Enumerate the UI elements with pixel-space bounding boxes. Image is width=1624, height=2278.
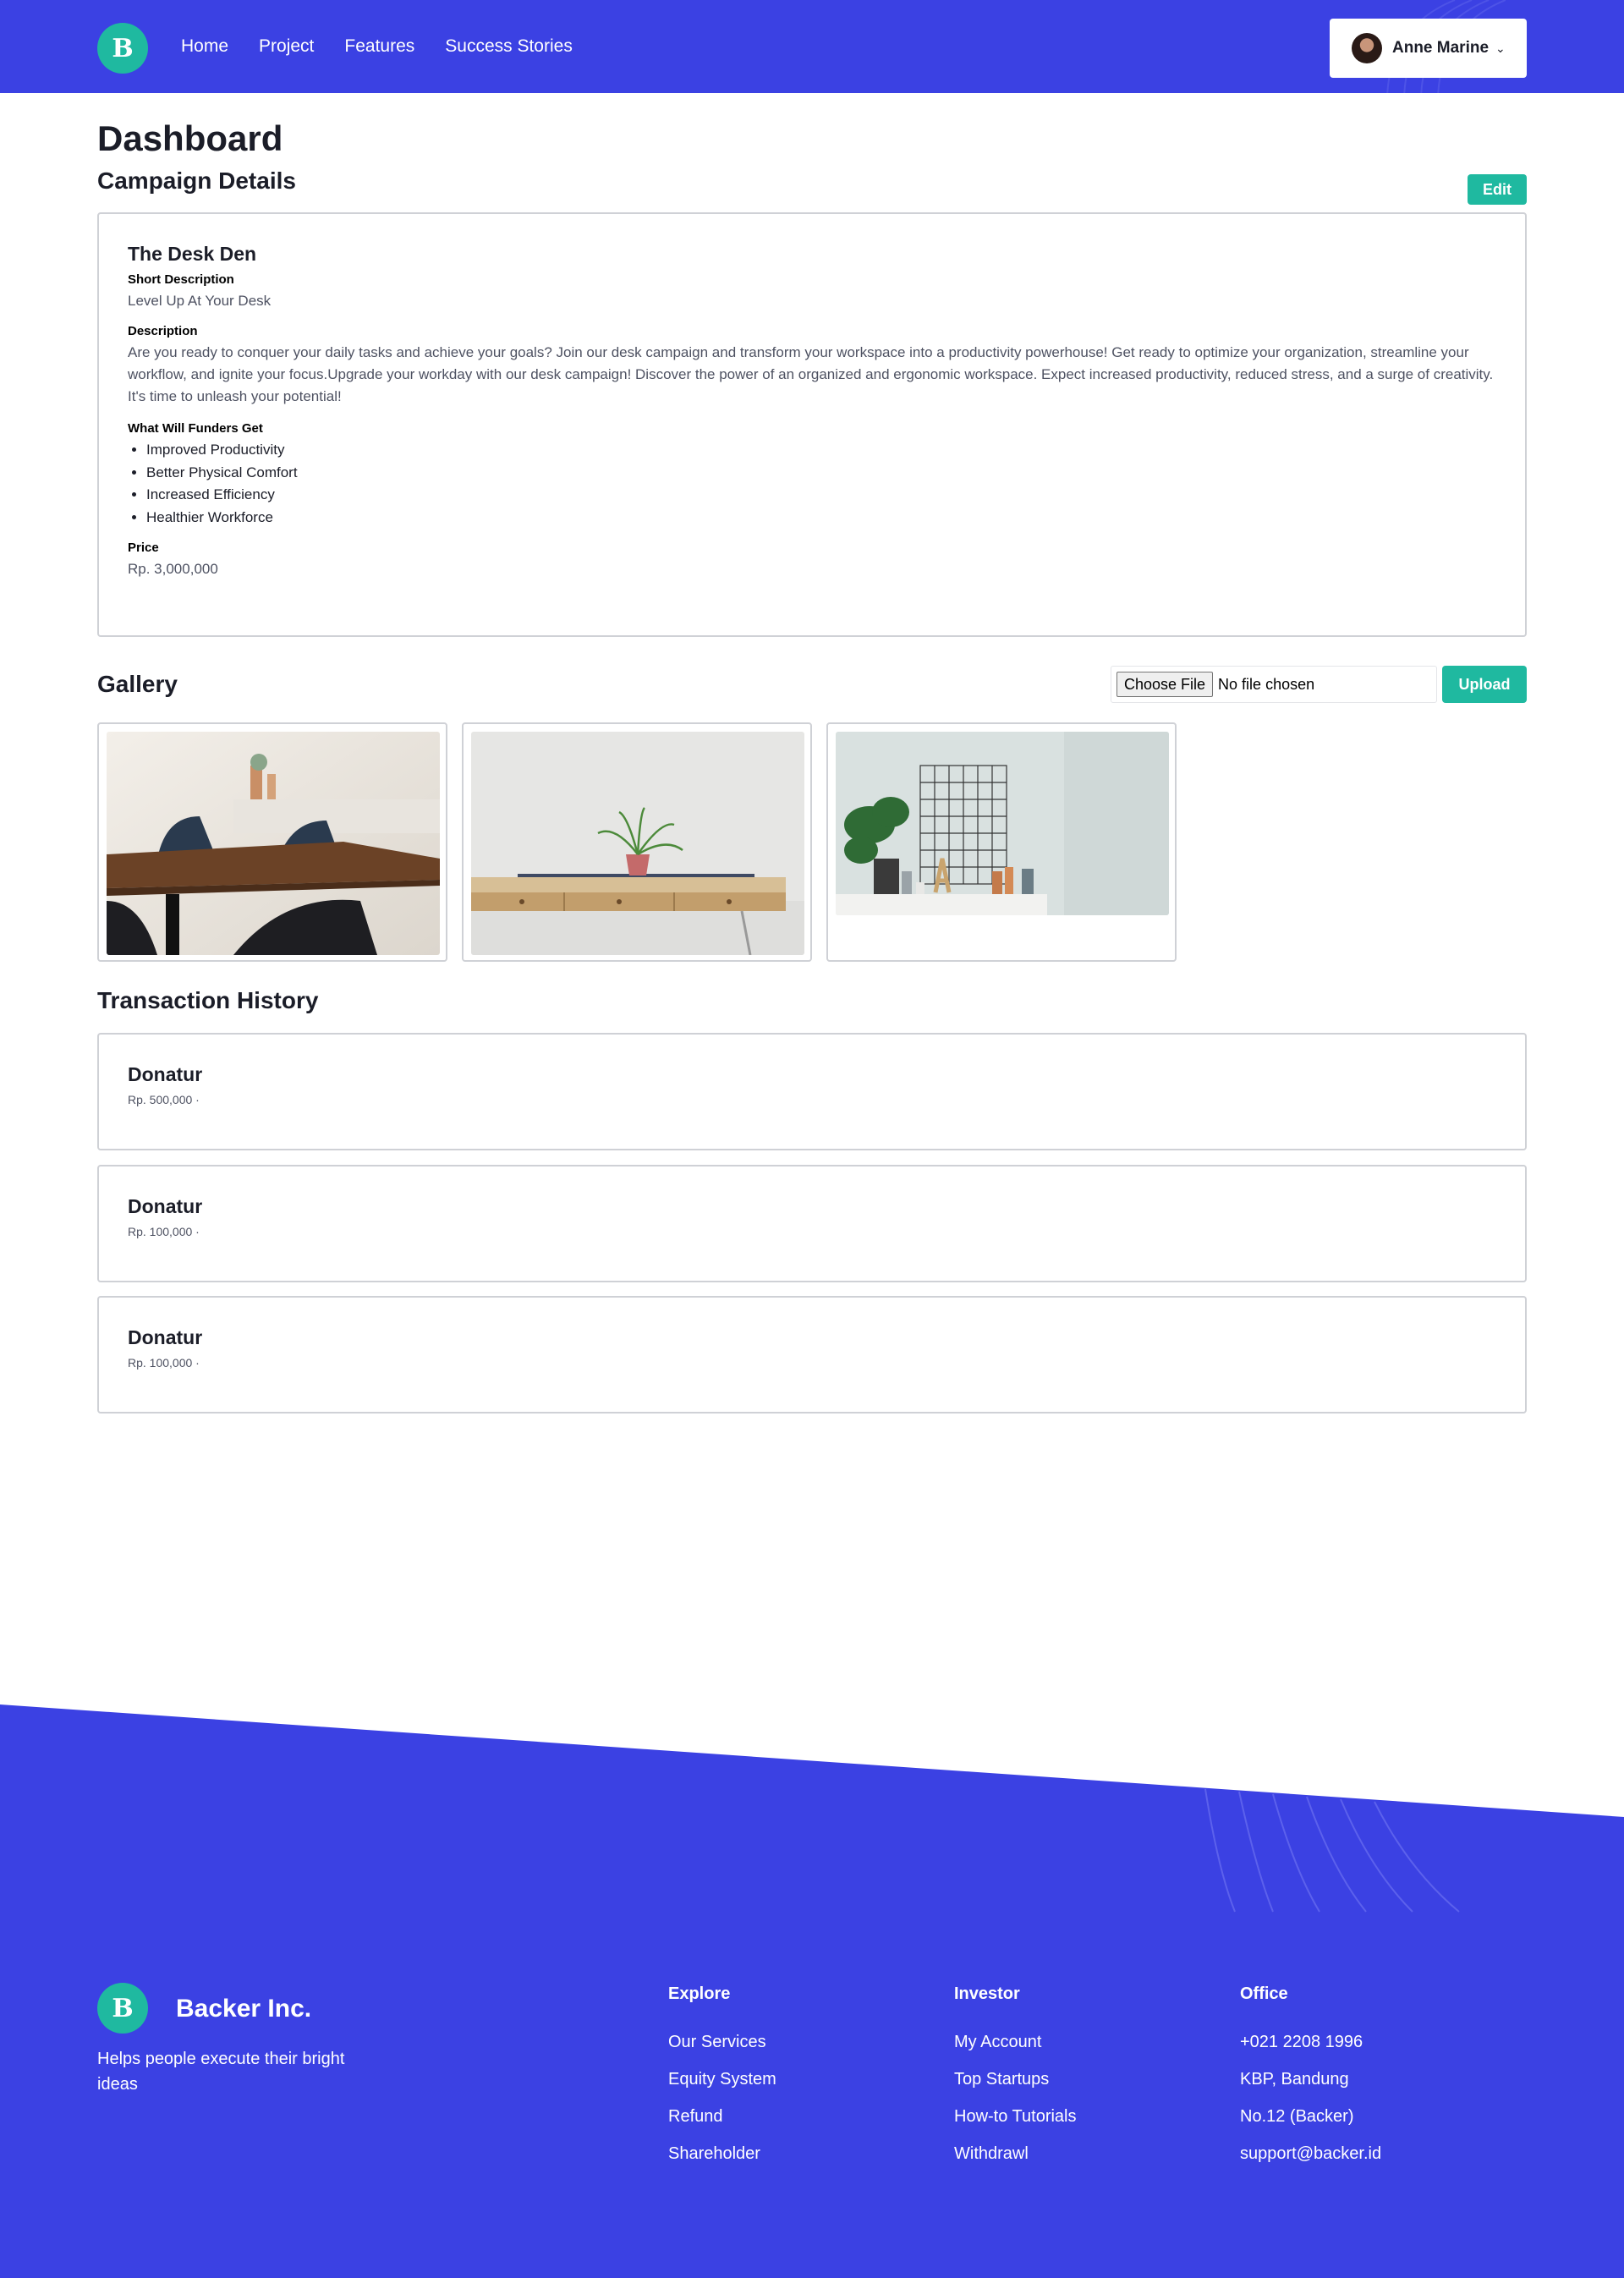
gallery-photo-shelf-decor	[836, 732, 1169, 915]
gallery-photo-desk-plant	[471, 732, 804, 955]
nav-link-success-stories[interactable]: Success Stories	[445, 36, 573, 57]
gallery-image-2[interactable]	[462, 722, 812, 962]
footer-link-top-startups[interactable]: Top Startups	[954, 2070, 1077, 2089]
footer-phone: +021 2208 1996	[1240, 2033, 1363, 2051]
campaign-name: The Desk Den	[128, 243, 257, 265]
footer-heading: Office	[1240, 1984, 1288, 2003]
upload-button[interactable]: Upload	[1442, 666, 1527, 703]
transaction-card: Donatur Rp. 500,000 ·	[97, 1033, 1527, 1150]
description-value: Are you ready to conquer your daily task…	[128, 344, 1494, 404]
footer-link-equity-system[interactable]: Equity System	[668, 2070, 776, 2089]
transaction-amount: Rp. 100,000 ·	[128, 1356, 200, 1370]
transaction-donor: Donatur	[128, 1063, 203, 1085]
top-navbar: B Home Project Features Success Stories …	[0, 0, 1624, 93]
transaction-history-title: Transaction History	[97, 987, 319, 1013]
chevron-down-icon: ⌄	[1495, 41, 1506, 55]
perks-list: Improved Productivity Better Physical Co…	[128, 439, 1496, 529]
footer-link-withdrawl[interactable]: Withdrawl	[954, 2144, 1077, 2163]
perks-label: What Will Funders Get	[128, 421, 263, 436]
list-item: Better Physical Comfort	[146, 462, 1496, 485]
campaign-details-card: The Desk Den Short Description Level Up …	[97, 212, 1527, 637]
footer-tagline: Helps people execute their bright ideas	[97, 2050, 345, 2094]
footer-address-city: KBP, Bandung	[1240, 2070, 1349, 2089]
user-name: Anne Marine	[1392, 39, 1490, 57]
footer-column-explore: Explore Our Services Equity System Refun…	[668, 1984, 776, 2182]
gallery-image-3[interactable]	[826, 722, 1177, 962]
edit-button[interactable]: Edit	[1468, 174, 1527, 205]
file-status: No file chosen	[1218, 675, 1315, 693]
footer-heading: Investor	[954, 1984, 1020, 2003]
transaction-amount: Rp. 500,000 ·	[128, 1093, 200, 1106]
campaign-details-title: Campaign Details	[97, 167, 296, 194]
gallery-photo-table-chairs	[107, 732, 440, 955]
nav-link-project[interactable]: Project	[259, 36, 314, 57]
price-value: Rp. 3,000,000	[128, 561, 218, 577]
footer-link-how-to-tutorials[interactable]: How-to Tutorials	[954, 2107, 1077, 2126]
transaction-donor: Donatur	[128, 1195, 203, 1217]
transaction-card: Donatur Rp. 100,000 ·	[97, 1165, 1527, 1282]
transaction-amount: Rp. 100,000 ·	[128, 1225, 200, 1238]
footer-address-street: No.12 (Backer)	[1240, 2107, 1354, 2126]
user-menu-button[interactable]: Anne Marine ⌄	[1330, 19, 1527, 78]
footer-heading: Explore	[668, 1984, 731, 2003]
nav-link-home[interactable]: Home	[181, 36, 228, 57]
footer-column-investor: Investor My Account Top Startups How-to …	[954, 1984, 1077, 2182]
gallery-image-1[interactable]	[97, 722, 447, 962]
main-nav: Home Project Features Success Stories	[181, 0, 573, 93]
list-item: Increased Efficiency	[146, 484, 1496, 507]
nav-link-features[interactable]: Features	[344, 36, 414, 57]
footer-column-office: Office +021 2208 1996 KBP, Bandung No.12…	[1240, 1984, 1381, 2182]
short-description-label: Short Description	[128, 272, 234, 287]
choose-file-button[interactable]: Choose File	[1116, 672, 1214, 697]
footer-link-my-account[interactable]: My Account	[954, 2033, 1077, 2051]
footer-link-shareholder[interactable]: Shareholder	[668, 2144, 776, 2163]
footer-link-refund[interactable]: Refund	[668, 2107, 776, 2126]
gallery-title: Gallery	[97, 671, 178, 697]
footer-logo[interactable]: B	[97, 1983, 148, 2034]
list-item: Healthier Workforce	[146, 507, 1496, 530]
transaction-donor: Donatur	[128, 1326, 203, 1348]
footer-link-our-services[interactable]: Our Services	[668, 2033, 776, 2051]
page-title: Dashboard	[97, 118, 283, 158]
brand-logo[interactable]: B	[97, 23, 148, 74]
avatar	[1352, 33, 1382, 63]
list-item: Improved Productivity	[146, 439, 1496, 462]
short-description-value: Level Up At Your Desk	[128, 293, 272, 309]
footer-email-link[interactable]: support@backer.id	[1240, 2144, 1381, 2163]
file-input[interactable]: Choose File No file chosen	[1111, 666, 1437, 703]
transaction-card: Donatur Rp. 100,000 ·	[97, 1296, 1527, 1413]
description-label: Description	[128, 324, 198, 338]
price-label: Price	[128, 541, 159, 555]
footer-brand: Backer Inc.	[176, 1995, 312, 2023]
